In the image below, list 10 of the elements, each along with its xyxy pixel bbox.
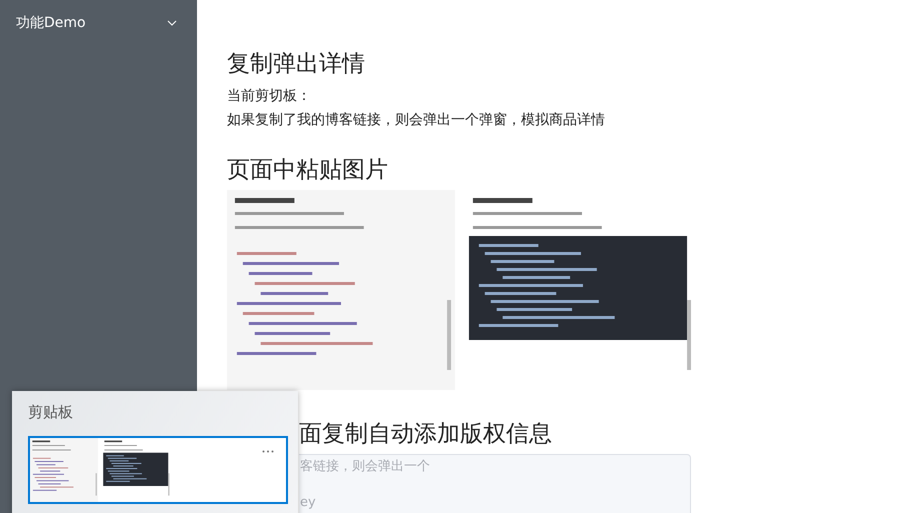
text-line: 如果复制了我的博客链接，则会弹出一个弹窗，模拟商品详情: [227, 111, 606, 130]
section-title: 复制弹出详情: [227, 50, 366, 79]
menu-item[interactable]: 功能Demo: [0, 0, 197, 46]
panel-title: 剪贴板: [28, 403, 74, 422]
text-line: 当前剪切板：: [227, 87, 312, 106]
section-title: 面复制自动添加版权信息: [298, 420, 553, 449]
menu-label: 功能Demo: [16, 14, 86, 32]
more-icon[interactable]: [262, 450, 274, 453]
section-title: 页面中粘贴图片: [227, 156, 389, 185]
clipboard-item[interactable]: [28, 436, 288, 504]
